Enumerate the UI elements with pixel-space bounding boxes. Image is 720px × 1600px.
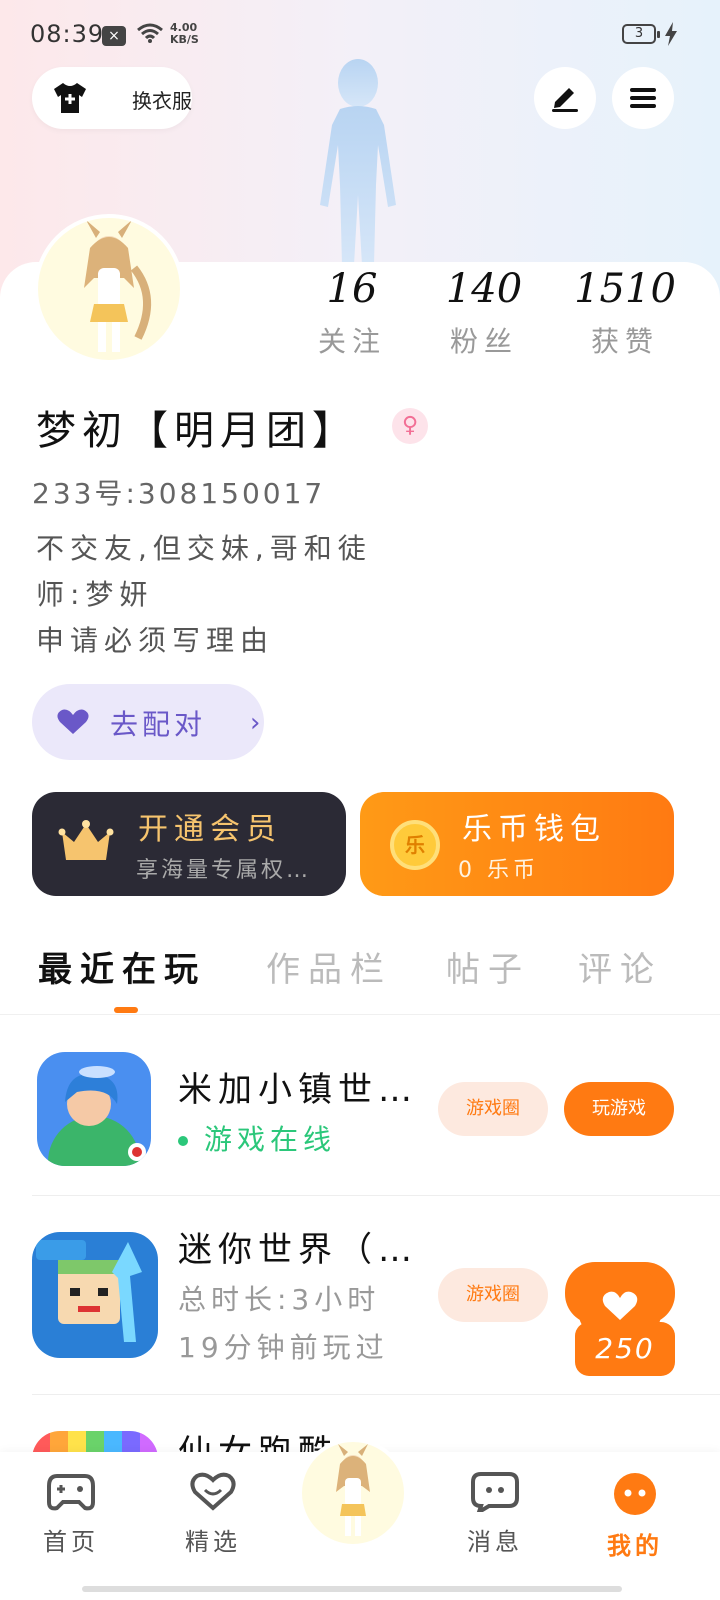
edit-button[interactable] (534, 67, 596, 129)
charging-icon (665, 22, 677, 46)
profile-bio: 不交友,但交妹,哥和徒 师:梦妍 申请必须写理由 (36, 526, 436, 664)
go-pair-button[interactable]: 去配对 › (32, 684, 264, 760)
bio-line: 申请必须写理由 (36, 624, 275, 657)
profile-panel (0, 262, 720, 1600)
bio-line: 不交友,但交妹,哥和徒 (36, 532, 372, 565)
divider (32, 1394, 720, 1395)
online-dot-icon (178, 1136, 188, 1146)
avatar-hologram[interactable] (300, 55, 415, 265)
profile-tabs: 最近在玩 作品栏 帖子 评论 (0, 942, 720, 1015)
tab-works[interactable]: 作品栏 (266, 942, 392, 991)
wallet-card[interactable]: 乐 乐币钱包 0 乐币 (360, 792, 674, 896)
stat-following-count: 16 (326, 266, 378, 312)
nav-featured-label: 精选 (185, 1528, 241, 1556)
chat-icon (471, 1472, 519, 1517)
shirt-icon (54, 83, 86, 113)
status-time: 08:39 (30, 20, 105, 48)
divider (32, 1195, 720, 1196)
heart-outline-icon (190, 1472, 236, 1511)
game-circle-button[interactable]: 游戏圈 (438, 1268, 548, 1322)
profile-name: 梦初【明月团】 (36, 408, 358, 454)
tab-posts[interactable]: 帖子 (446, 942, 530, 991)
like-count: 250 (575, 1322, 675, 1376)
nav-messages-label: 消息 (467, 1528, 523, 1556)
battery-level: 3 (634, 26, 644, 41)
app-icon (37, 1052, 151, 1166)
stat-fans-count: 140 (445, 266, 523, 312)
chevron-right-icon: › (250, 708, 261, 738)
game-last-played: 19分钟前玩过 (178, 1331, 389, 1364)
nav-messages[interactable]: 消息 (450, 1472, 540, 1557)
character-avatar-icon (336, 1444, 370, 1536)
wallet-title: 乐币钱包 (462, 812, 606, 847)
stat-fans[interactable]: 140 粉丝 (414, 266, 554, 360)
change-outfit-button[interactable]: 换衣服 (32, 67, 192, 129)
like-float-button[interactable]: 250 (565, 1262, 675, 1377)
game-icon (37, 1052, 151, 1166)
app-icon (32, 1232, 158, 1358)
stat-following-label: 关注 (317, 325, 386, 358)
menu-button[interactable] (612, 67, 674, 129)
bio-line: 师:梦妍 (36, 578, 154, 611)
gamepad-icon (47, 1474, 95, 1511)
stat-likes[interactable]: 1510 获赞 (555, 266, 695, 360)
tab-comments[interactable]: 评论 (578, 942, 662, 991)
battery-icon: 3 (622, 24, 660, 44)
nav-me-label: 我的 (607, 1532, 663, 1560)
stat-fans-label: 粉丝 (449, 325, 518, 358)
game-name: 迷你世界（… (178, 1230, 418, 1270)
user-id[interactable]: 233号:308150017 (32, 472, 325, 512)
nav-me[interactable]: 我的 (590, 1472, 680, 1561)
vip-card[interactable]: 开通会员 享海量专属权… (32, 792, 346, 896)
game-circle-button[interactable]: 游戏圈 (438, 1082, 548, 1136)
vip-subtitle: 享海量专属权… (136, 858, 312, 883)
character-avatar-icon (84, 220, 152, 352)
stat-following[interactable]: 16 关注 (282, 266, 422, 360)
profile-face-icon (614, 1473, 656, 1515)
coin-icon: 乐 (390, 820, 440, 870)
nav-avatar-button[interactable] (298, 1438, 408, 1548)
play-game-button[interactable]: 玩游戏 (564, 1082, 674, 1136)
crown-icon (58, 820, 114, 860)
stat-likes-count: 1510 (574, 266, 676, 312)
pen-icon (552, 88, 578, 112)
nav-featured[interactable]: 精选 (168, 1472, 258, 1557)
heart-icon (57, 709, 89, 734)
game-name: 米加小镇世… (178, 1070, 418, 1110)
menu-icon (630, 88, 656, 108)
wallet-balance: 0 乐币 (458, 858, 539, 883)
speed-unit: KB/S (170, 33, 199, 46)
change-outfit-label: 换衣服 (132, 89, 192, 113)
active-tab-indicator (114, 1007, 138, 1013)
go-pair-label: 去配对 (110, 708, 207, 741)
nav-home[interactable]: 首页 (26, 1472, 116, 1557)
avatar[interactable] (34, 214, 184, 364)
tab-recent-play[interactable]: 最近在玩 (38, 942, 206, 991)
game-total-time: 总时长:3小时 (178, 1283, 381, 1316)
game-icon (32, 1232, 158, 1358)
stat-likes-label: 获赞 (590, 325, 659, 358)
female-icon: ♀ (392, 408, 428, 444)
heart-icon (602, 1291, 638, 1320)
list-item[interactable]: 米加小镇世… 游戏在线 游戏圈 玩游戏 (32, 1050, 690, 1180)
vip-title: 开通会员 (138, 812, 282, 847)
home-indicator (82, 1586, 622, 1592)
game-status: 游戏在线 (178, 1118, 336, 1158)
wifi-icon (137, 23, 163, 43)
game-online-label: 游戏在线 (204, 1123, 337, 1156)
network-speed: 4.00 KB/S (170, 22, 199, 46)
notification-icon: × (102, 26, 126, 46)
nav-home-label: 首页 (43, 1528, 99, 1556)
